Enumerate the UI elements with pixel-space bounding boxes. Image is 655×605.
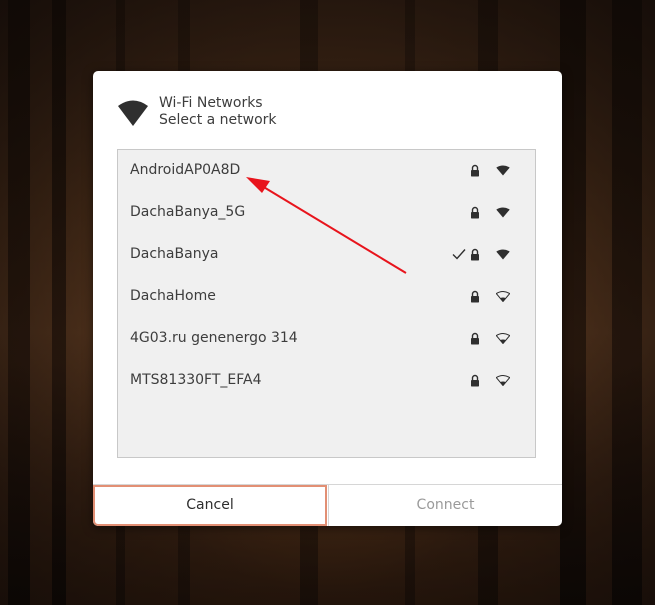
wifi-icon — [118, 100, 148, 126]
checkmark-icon — [452, 249, 466, 260]
dialog-title: Wi-Fi Networks — [159, 95, 263, 111]
lock-icon — [471, 164, 479, 177]
lock-icon — [471, 374, 479, 387]
network-name: DachaBanya_5G — [130, 204, 246, 220]
tree-trunk — [560, 0, 586, 605]
tree-trunk — [52, 0, 66, 605]
cancel-button[interactable]: Cancel — [93, 485, 327, 526]
network-name: 4G03.ru genenergo 314 — [130, 330, 298, 346]
network-list[interactable]: AndroidAP0A8D DachaBanya_5G DachaBanya D… — [117, 149, 536, 458]
network-name: DachaHome — [130, 288, 216, 304]
tree-trunk — [8, 0, 30, 605]
wifi-signal-weak-icon — [496, 291, 510, 302]
network-row[interactable]: MTS81330FT_EFA4 — [118, 360, 535, 402]
network-row[interactable]: DachaBanya_5G — [118, 192, 535, 234]
network-row[interactable]: DachaBanya — [118, 234, 535, 276]
wifi-networks-dialog: Wi-Fi Networks Select a network AndroidA… — [93, 71, 562, 526]
wifi-signal-full-icon — [496, 207, 510, 218]
connect-button[interactable]: Connect — [328, 485, 562, 526]
network-name: AndroidAP0A8D — [130, 162, 241, 178]
network-row[interactable]: DachaHome — [118, 276, 535, 318]
lock-icon — [471, 290, 479, 303]
lock-icon — [471, 248, 479, 261]
lock-icon — [471, 332, 479, 345]
wifi-signal-weak-icon — [496, 375, 510, 386]
wifi-signal-full-icon — [496, 165, 510, 176]
lock-icon — [471, 206, 479, 219]
network-name: DachaBanya — [130, 246, 219, 262]
dialog-header: Wi-Fi Networks Select a network — [93, 71, 562, 149]
network-row[interactable]: AndroidAP0A8D — [118, 150, 535, 192]
wifi-signal-weak-icon — [496, 333, 510, 344]
dialog-subtitle: Select a network — [159, 112, 277, 128]
wifi-signal-full-icon — [496, 249, 510, 260]
tree-trunk — [612, 0, 642, 605]
network-row[interactable]: 4G03.ru genenergo 314 — [118, 318, 535, 360]
dialog-button-bar: Cancel Connect — [93, 484, 562, 526]
network-name: MTS81330FT_EFA4 — [130, 372, 262, 388]
